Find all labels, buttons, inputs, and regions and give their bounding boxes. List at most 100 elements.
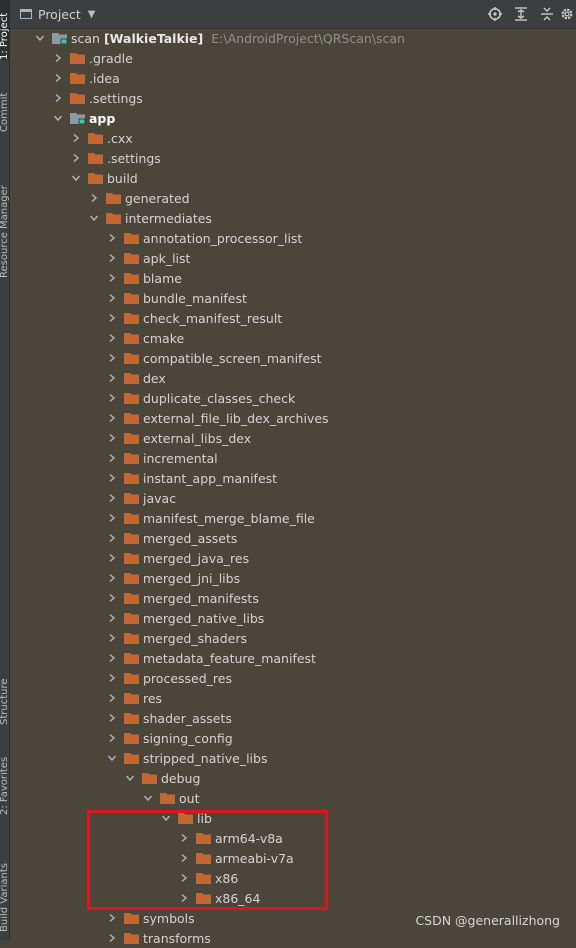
- chevron-right-icon[interactable]: [104, 548, 120, 568]
- chevron-right-icon[interactable]: [68, 128, 84, 148]
- chevron-right-icon[interactable]: [104, 428, 120, 448]
- tree-row[interactable]: check_manifest_result: [10, 308, 576, 328]
- side-tab-structure[interactable]: Structure: [0, 655, 9, 725]
- tree-row[interactable]: merged_java_res: [10, 548, 576, 568]
- folder-icon: [124, 412, 140, 424]
- tree-row[interactable]: build: [10, 168, 576, 188]
- tree-row[interactable]: external_libs_dex: [10, 428, 576, 448]
- tree-row[interactable]: merged_manifests: [10, 588, 576, 608]
- chevron-right-icon[interactable]: [104, 928, 120, 948]
- tree-row[interactable]: scan [WalkieTalkie] E:\AndroidProject\QRSc…: [10, 28, 576, 48]
- tree-row[interactable]: signing_config: [10, 728, 576, 748]
- tree-row[interactable]: metadata_feature_manifest: [10, 648, 576, 668]
- chevron-right-icon[interactable]: [104, 648, 120, 668]
- chevron-right-icon[interactable]: [104, 408, 120, 428]
- tree-row[interactable]: external_file_lib_dex_archives: [10, 408, 576, 428]
- tree-row[interactable]: cmake: [10, 328, 576, 348]
- tree-row[interactable]: .gradle: [10, 48, 576, 68]
- side-tab-build-variants[interactable]: Build Variants: [0, 832, 9, 932]
- tree-row[interactable]: .settings: [10, 148, 576, 168]
- tree-item-label: .idea: [89, 70, 120, 86]
- tree-row[interactable]: merged_jni_libs: [10, 568, 576, 588]
- folder-icon: [124, 612, 140, 624]
- folder-icon: [124, 472, 140, 484]
- tree-row[interactable]: duplicate_classes_check: [10, 388, 576, 408]
- tree-row[interactable]: compatible_screen_manifest: [10, 348, 576, 368]
- chevron-right-icon[interactable]: [104, 688, 120, 708]
- collapse-all-icon[interactable]: [534, 0, 560, 28]
- tree-row[interactable]: intermediates: [10, 208, 576, 228]
- expand-all-icon[interactable]: [508, 0, 534, 28]
- chevron-down-icon[interactable]: [68, 168, 84, 188]
- chevron-right-icon[interactable]: [104, 608, 120, 628]
- chevron-right-icon[interactable]: [104, 348, 120, 368]
- tree-row[interactable]: .settings: [10, 88, 576, 108]
- chevron-down-icon[interactable]: [122, 768, 138, 788]
- tree-row[interactable]: merged_native_libs: [10, 608, 576, 628]
- tree-row[interactable]: javac: [10, 488, 576, 508]
- tree-row[interactable]: blame: [10, 268, 576, 288]
- chevron-right-icon[interactable]: [104, 228, 120, 248]
- tree-row[interactable]: .cxx: [10, 128, 576, 148]
- chevron-right-icon[interactable]: [104, 568, 120, 588]
- tree-row[interactable]: generated: [10, 188, 576, 208]
- chevron-down-icon[interactable]: [32, 28, 48, 48]
- chevron-right-icon[interactable]: [68, 148, 84, 168]
- chevron-right-icon[interactable]: [104, 288, 120, 308]
- tree-row[interactable]: merged_shaders: [10, 628, 576, 648]
- tree-row[interactable]: annotation_processor_list: [10, 228, 576, 248]
- side-tab-resource-manager[interactable]: Resource Manager: [0, 148, 9, 278]
- locate-icon[interactable]: [482, 0, 508, 28]
- tree-row[interactable]: shader_assets: [10, 708, 576, 728]
- chevron-down-icon[interactable]: ▼: [88, 9, 96, 20]
- tree-row[interactable]: stripped_native_libs: [10, 748, 576, 768]
- tree-row[interactable]: debug: [10, 768, 576, 788]
- chevron-right-icon[interactable]: [104, 448, 120, 468]
- tree-row[interactable]: out: [10, 788, 576, 808]
- side-tab-commit[interactable]: Commit: [0, 72, 9, 132]
- tree-row[interactable]: app: [10, 108, 576, 128]
- tree-row[interactable]: apk_list: [10, 248, 576, 268]
- chevron-right-icon[interactable]: [50, 48, 66, 68]
- chevron-down-icon[interactable]: [86, 208, 102, 228]
- chevron-right-icon[interactable]: [104, 728, 120, 748]
- folder-icon: [142, 772, 158, 784]
- chevron-right-icon[interactable]: [50, 68, 66, 88]
- chevron-right-icon[interactable]: [104, 468, 120, 488]
- folder-icon: [124, 692, 140, 704]
- chevron-down-icon[interactable]: [104, 748, 120, 768]
- tree-row[interactable]: instant_app_manifest: [10, 468, 576, 488]
- chevron-right-icon[interactable]: [104, 248, 120, 268]
- gear-icon[interactable]: [560, 0, 576, 28]
- chevron-right-icon[interactable]: [50, 88, 66, 108]
- tree-row[interactable]: .idea: [10, 68, 576, 88]
- chevron-right-icon[interactable]: [104, 908, 120, 928]
- tree-row[interactable]: processed_res: [10, 668, 576, 688]
- chevron-right-icon[interactable]: [104, 268, 120, 288]
- view-selector[interactable]: Project: [38, 7, 81, 22]
- chevron-right-icon[interactable]: [104, 668, 120, 688]
- side-tab-favorites[interactable]: 2: Favorites: [0, 745, 9, 815]
- tree-row[interactable]: merged_assets: [10, 528, 576, 548]
- side-tab-project[interactable]: 1: Project: [0, 0, 9, 60]
- chevron-right-icon[interactable]: [104, 488, 120, 508]
- chevron-down-icon[interactable]: [50, 108, 66, 128]
- tree-item-label: transforms: [143, 930, 211, 946]
- chevron-right-icon[interactable]: [86, 188, 102, 208]
- chevron-right-icon[interactable]: [104, 508, 120, 528]
- chevron-right-icon[interactable]: [104, 368, 120, 388]
- tree-row[interactable]: bundle_manifest: [10, 288, 576, 308]
- tree-row[interactable]: dex: [10, 368, 576, 388]
- chevron-right-icon[interactable]: [104, 528, 120, 548]
- tree-row[interactable]: incremental: [10, 448, 576, 468]
- tree-row[interactable]: transforms: [10, 928, 576, 948]
- chevron-right-icon[interactable]: [104, 308, 120, 328]
- chevron-right-icon[interactable]: [104, 708, 120, 728]
- chevron-down-icon[interactable]: [140, 788, 156, 808]
- chevron-right-icon[interactable]: [104, 328, 120, 348]
- tree-row[interactable]: manifest_merge_blame_file: [10, 508, 576, 528]
- chevron-right-icon[interactable]: [104, 388, 120, 408]
- chevron-right-icon[interactable]: [104, 588, 120, 608]
- tree-row[interactable]: res: [10, 688, 576, 708]
- chevron-right-icon[interactable]: [104, 628, 120, 648]
